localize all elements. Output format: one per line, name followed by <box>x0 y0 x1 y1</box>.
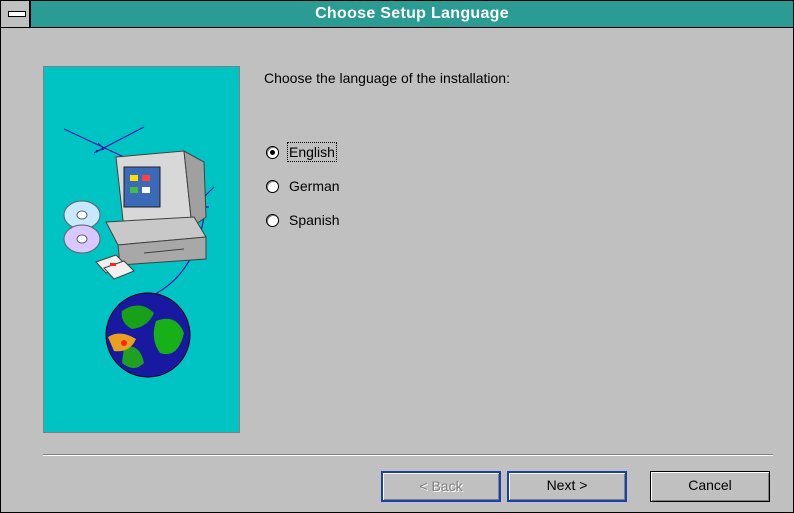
language-label-english: English <box>287 142 337 162</box>
system-menu-icon[interactable] <box>1 1 31 27</box>
radio-english[interactable] <box>266 145 279 159</box>
radio-german[interactable] <box>266 179 279 193</box>
divider <box>43 454 773 456</box>
setup-dialog: Choose Setup Language Choose the languag… <box>0 0 794 513</box>
back-button[interactable]: < Back <box>381 471 501 502</box>
cd-icon <box>63 200 101 254</box>
cancel-button[interactable]: Cancel <box>650 471 770 502</box>
globe-icon <box>105 292 191 378</box>
language-option-spanish[interactable]: Spanish <box>266 210 340 230</box>
language-label-spanish: Spanish <box>289 212 340 228</box>
language-option-english[interactable]: English <box>266 142 337 162</box>
title-bar[interactable]: Choose Setup Language <box>1 1 793 28</box>
setup-illustration <box>43 66 240 433</box>
computer-icon <box>105 150 207 266</box>
language-label-german: German <box>289 178 340 194</box>
next-button[interactable]: Next > <box>507 471 627 502</box>
window-title: Choose Setup Language <box>315 5 509 22</box>
radio-spanish[interactable] <box>266 213 279 227</box>
language-option-german[interactable]: German <box>266 176 340 196</box>
language-prompt: Choose the language of the installation: <box>264 70 510 86</box>
